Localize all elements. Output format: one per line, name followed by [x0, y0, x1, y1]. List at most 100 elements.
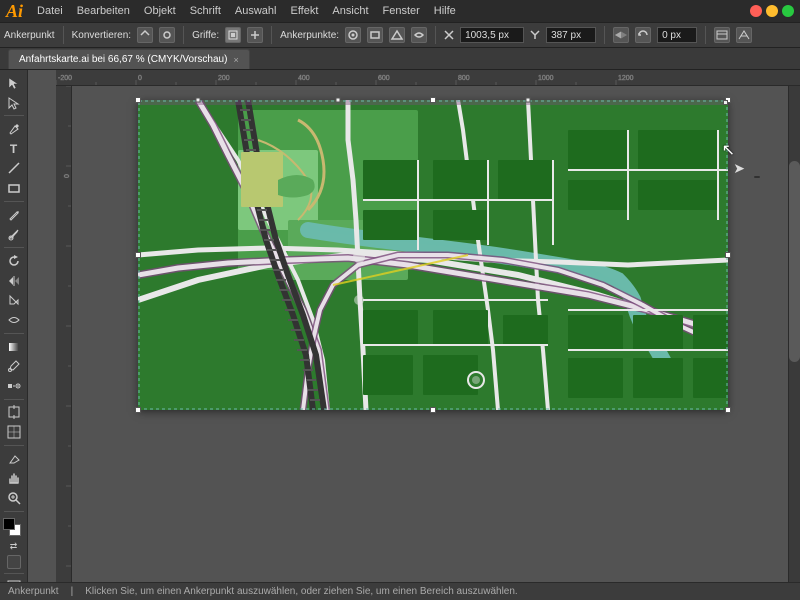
tool-hand[interactable] [3, 470, 25, 488]
tool-sep5 [4, 399, 24, 400]
handle-btn1[interactable] [225, 27, 241, 43]
anchor-btn3[interactable] [389, 27, 405, 43]
sep3 [271, 26, 272, 44]
tool-blend[interactable] [3, 377, 25, 395]
artboard-container [138, 100, 728, 410]
action-btn1[interactable] [714, 27, 730, 43]
sep5 [604, 26, 605, 44]
tool-slice[interactable] [3, 423, 25, 441]
title-bar: Ai Datei Bearbeiten Objekt Schrift Auswa… [0, 0, 800, 22]
tool-select[interactable] [3, 74, 25, 92]
tool-sep6 [4, 445, 24, 446]
tab-filename: Anfahrtskarte.ai bei 66,67 % (CMYK/Vorsc… [19, 54, 227, 65]
anchor-tl[interactable] [135, 97, 141, 103]
tool-eyedropper[interactable] [3, 357, 25, 375]
x-field[interactable] [460, 27, 524, 43]
convert-btn2[interactable] [159, 27, 175, 43]
svg-text:200: 200 [218, 75, 230, 82]
svg-text:1000: 1000 [538, 75, 554, 82]
options-bar: Ankerpunkt Konvertieren: Griffe: Ankerpu… [0, 22, 800, 48]
anchor-ml[interactable] [135, 252, 141, 258]
flip-btn1[interactable] [613, 27, 629, 43]
y-field[interactable] [546, 27, 596, 43]
tool-sep4 [4, 333, 24, 334]
tool-gradient[interactable] [3, 338, 25, 356]
rotate-options-btn[interactable] [635, 27, 651, 43]
tool-artboard[interactable] [3, 404, 25, 422]
tool-reflect[interactable] [3, 272, 25, 290]
sep1 [63, 26, 64, 44]
anchor-btn2[interactable] [367, 27, 383, 43]
status-tool: Ankerpunkt [8, 586, 59, 597]
menu-hilfe[interactable]: Hilfe [428, 3, 462, 19]
tool-scale[interactable] [3, 291, 25, 309]
anchor-path-4[interactable] [723, 100, 728, 105]
x-icon [444, 30, 454, 40]
menu-ansicht[interactable]: Ansicht [326, 3, 374, 19]
anchor-path-2[interactable] [336, 98, 341, 103]
status-bar: Ankerpunkt | Klicken Sie, um einen Anker… [0, 582, 800, 600]
window-close[interactable] [750, 5, 762, 17]
svg-text:0: 0 [138, 75, 142, 82]
menu-effekt[interactable]: Effekt [284, 3, 324, 19]
menu-bearbeiten[interactable]: Bearbeiten [71, 3, 136, 19]
canvas-area[interactable]: -200 0 200 400 600 800 1000 1200 [28, 70, 800, 600]
tool-line[interactable] [3, 160, 25, 178]
menu-auswahl[interactable]: Auswahl [229, 3, 283, 19]
anchor-btn4[interactable] [411, 27, 427, 43]
svg-text:0: 0 [64, 174, 71, 178]
convert-btn1[interactable] [137, 27, 153, 43]
tool-zoom[interactable] [3, 489, 25, 507]
sep6 [705, 26, 706, 44]
sep2 [183, 26, 184, 44]
sep4 [435, 26, 436, 44]
anchor-bl[interactable] [135, 407, 141, 413]
menu-schrift[interactable]: Schrift [184, 3, 227, 19]
menu-bar: Datei Bearbeiten Objekt Schrift Auswahl … [31, 3, 462, 19]
anchor-path-1[interactable] [196, 98, 201, 103]
window-minimize[interactable] [766, 5, 778, 17]
tool-warp[interactable] [3, 311, 25, 329]
left-toolbar: T [0, 70, 28, 600]
y-icon [530, 30, 540, 40]
handles-label: Griffe: [192, 30, 219, 41]
menu-fenster[interactable]: Fenster [377, 3, 426, 19]
tool-shape[interactable] [3, 179, 25, 197]
menu-datei[interactable]: Datei [31, 3, 69, 19]
anchor-bm[interactable] [430, 407, 436, 413]
extra-field[interactable] [657, 27, 697, 43]
anchor-tm[interactable] [430, 97, 436, 103]
type-icon-letter: T [10, 142, 17, 156]
action-btn2[interactable] [736, 27, 752, 43]
tool-pencil[interactable] [3, 206, 25, 224]
tool-sep7 [4, 511, 24, 512]
anchor-label: Ankerpunkt [4, 30, 55, 41]
tool-direct-select[interactable] [3, 94, 25, 112]
anchor-br[interactable] [725, 407, 731, 413]
ruler-top: -200 0 200 400 600 800 1000 1200 [56, 70, 800, 86]
anchor-path-3[interactable] [526, 98, 531, 103]
anchor-btn1[interactable] [345, 27, 361, 43]
swap-colors-btn[interactable]: ⇄ [5, 539, 23, 553]
tool-rotate[interactable] [3, 252, 25, 270]
anchor-mr[interactable] [725, 252, 731, 258]
tool-pen[interactable] [3, 120, 25, 138]
none-color-btn[interactable] [7, 555, 21, 569]
status-separator: | [71, 586, 74, 597]
tool-eraser[interactable] [3, 450, 25, 468]
svg-text:1200: 1200 [618, 75, 634, 82]
svg-text:-200: -200 [58, 75, 72, 82]
scrollbar-v[interactable] [788, 86, 800, 588]
tab-close-btn[interactable]: × [233, 55, 238, 65]
window-maximize[interactable] [782, 5, 794, 17]
tool-type[interactable]: T [3, 140, 25, 158]
document-tab[interactable]: Anfahrtskarte.ai bei 66,67 % (CMYK/Vorsc… [8, 49, 250, 69]
status-hint: Klicken Sie, um einen Ankerpunkt auszuwä… [85, 586, 518, 597]
fill-color [3, 518, 15, 530]
color-fill-stroke[interactable] [3, 518, 25, 536]
menu-objekt[interactable]: Objekt [138, 3, 182, 19]
tool-sep2 [4, 201, 24, 202]
tool-paintbrush[interactable] [3, 226, 25, 244]
handle-btn2[interactable] [247, 27, 263, 43]
coord-display [754, 176, 760, 178]
